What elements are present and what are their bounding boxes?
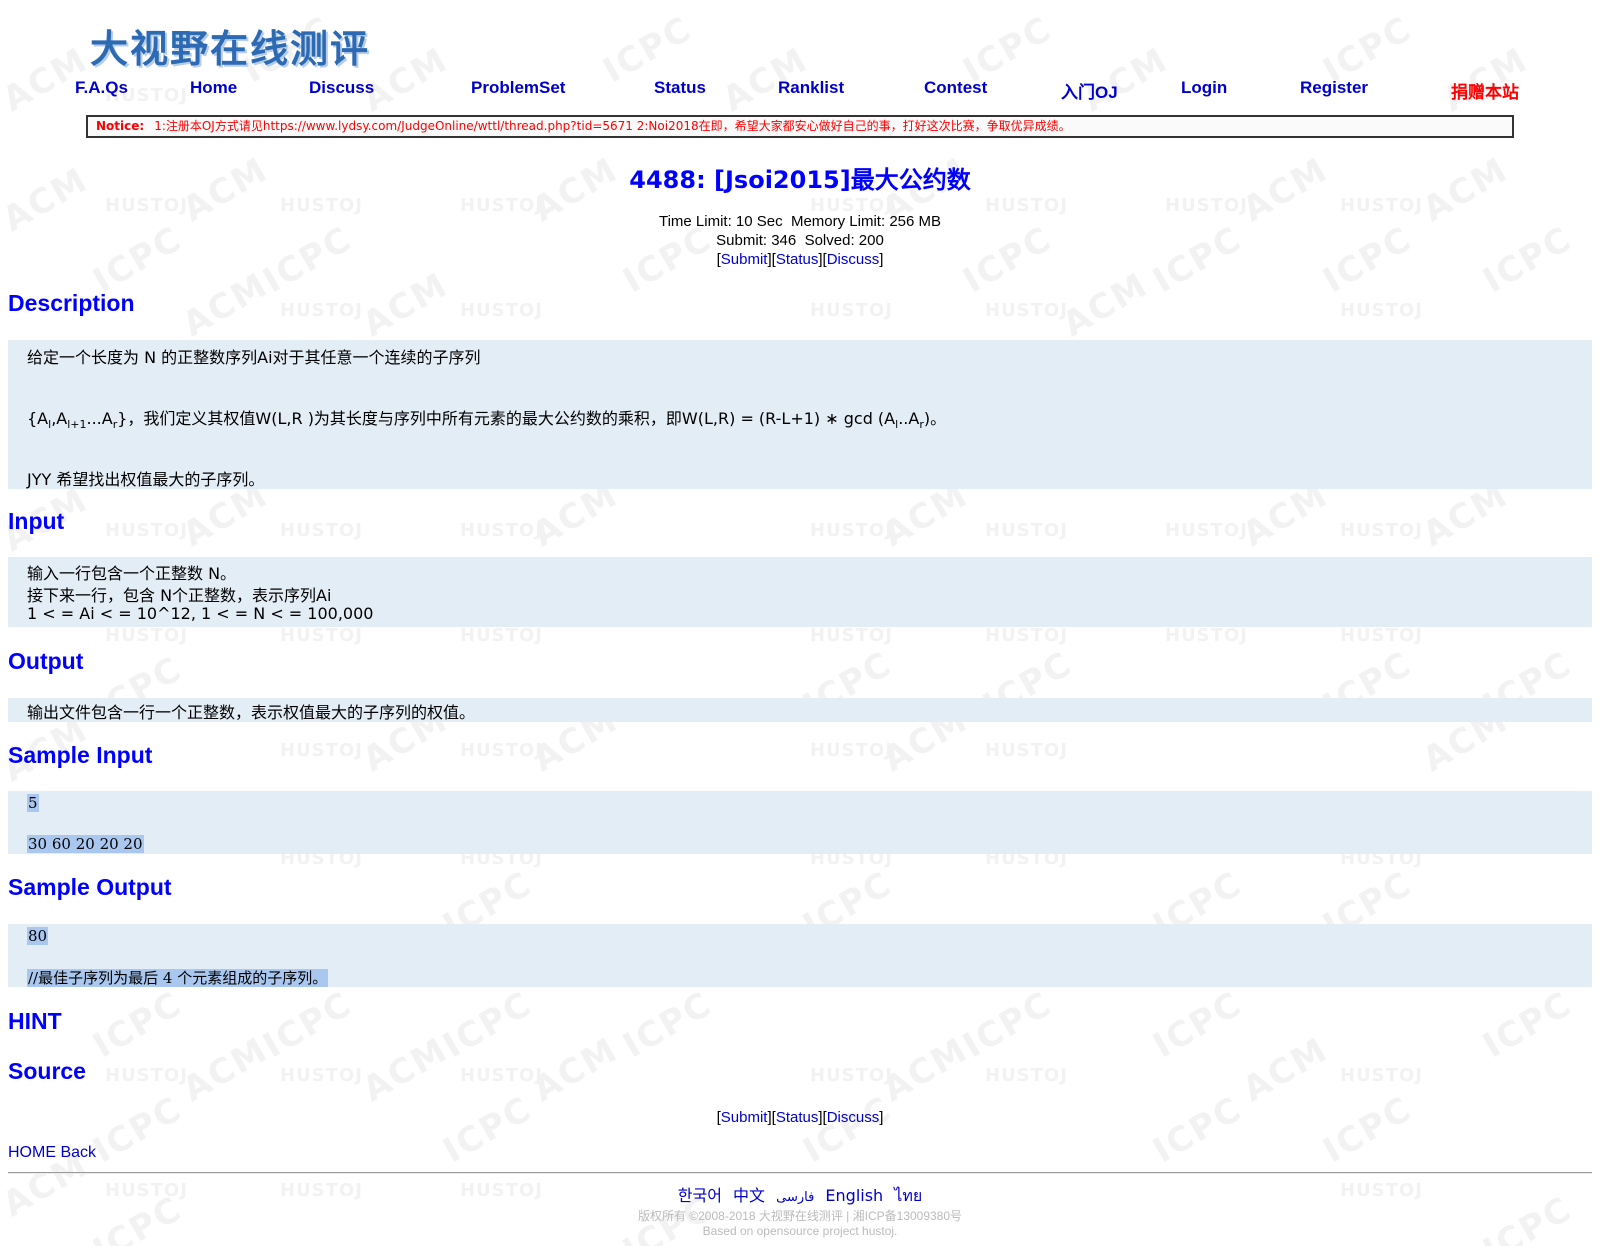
nav-home-link[interactable]: Home — [190, 78, 237, 98]
sample-input-value-seq: 30 60 20 20 20 — [27, 835, 144, 853]
formula-part: ，我们定义其权值W(L,R )为其长度与序列中所有元素的最大公约数的乘积，即W(… — [127, 409, 896, 428]
footer-copyright: 版权所有 ©2008-2018 大视野在线测评 | 湘ICP备13009380号 — [637, 1209, 963, 1223]
back-link[interactable]: Back — [60, 1144, 96, 1161]
description-box: 给定一个长度为 N 的正整数序列Ai对于其任意一个连续的子序列 {Al,Al+1… — [8, 340, 1592, 489]
problem-limits: Time Limit: 10 Sec Memory Limit: 256 MB — [0, 213, 1600, 230]
language-selector: 한국어 中文 فارسی English ไทย — [0, 1182, 1600, 1209]
hint-heading: HINT — [8, 1008, 62, 1034]
nav-ranklist-link[interactable]: Ranklist — [778, 78, 844, 98]
sample-output-box: 80 //最佳子序列为最后 4 个元素组成的子序列。 — [8, 924, 1592, 987]
status-link[interactable]: Status — [776, 251, 819, 268]
lang-thai-link[interactable]: ไทย — [894, 1186, 922, 1205]
nav-intro-oj-link[interactable]: 入门OJ — [1061, 78, 1118, 103]
nav-login-link[interactable]: Login — [1181, 78, 1227, 98]
sample-output-comment: //最佳子序列为最后 4 个元素组成的子序列。 — [27, 969, 329, 987]
submit-count: 346 — [771, 232, 797, 249]
sample-output-heading: Sample Output — [8, 874, 172, 900]
formula-subscript: l+1 — [67, 418, 87, 432]
solved-count-label: Solved: — [804, 232, 855, 249]
footer-divider — [8, 1172, 1592, 1174]
nav-donate-link[interactable]: 捐赠本站 — [1451, 78, 1519, 103]
input-line-2: 接下来一行，包含 N个正整数，表示序列Ai — [27, 586, 332, 605]
nav-contest-link[interactable]: Contest — [924, 78, 987, 98]
status-link-bottom[interactable]: Status — [776, 1109, 819, 1126]
solved-count: 200 — [858, 232, 884, 249]
input-line-1: 输入一行包含一个正整数 N。 — [27, 564, 237, 583]
formula-part: {A — [27, 409, 49, 428]
memory-limit-label: Memory Limit: — [790, 213, 886, 230]
source-heading: Source — [8, 1058, 86, 1084]
output-line-1: 输出文件包含一行一个正整数，表示权值最大的子序列的权值。 — [27, 703, 476, 722]
notice-label: Notice: — [96, 119, 145, 133]
lang-chinese-link[interactable]: 中文 — [733, 1186, 765, 1205]
description-heading: Description — [8, 290, 135, 316]
sample-output-line-2: //最佳子序列为最后 4 个元素组成的子序列。 — [27, 967, 329, 988]
time-limit-label: Time Limit: — [658, 213, 732, 230]
output-heading: Output — [8, 648, 84, 674]
lang-korean-link[interactable]: 한국어 — [678, 1186, 722, 1205]
home-back-links: HOME Back — [8, 1144, 96, 1162]
input-line-3: 1 < = Ai < = 10^12, 1 < = N < = 100,000 — [27, 604, 374, 623]
sample-output-line-1: 80 — [27, 926, 49, 945]
sample-input-box: 5 30 60 20 20 20 — [8, 791, 1592, 854]
home-link[interactable]: HOME — [8, 1144, 56, 1161]
formula-part: )。 — [923, 409, 947, 428]
submit-link[interactable]: Submit — [721, 251, 768, 268]
sample-input-value-n: 5 — [27, 794, 39, 812]
nav-register-link[interactable]: Register — [1300, 78, 1368, 98]
formula-part: ..A — [898, 409, 920, 428]
sample-output-value: 80 — [27, 927, 49, 945]
description-line-1: 给定一个长度为 N 的正整数序列Ai对于其任意一个连续的子序列 — [27, 348, 481, 367]
input-heading: Input — [8, 508, 65, 534]
problem-action-links-bottom: [Submit][Status][Discuss] — [716, 1109, 884, 1126]
submit-count-label: Submit: — [716, 232, 768, 249]
problem-title: 4488: [Jsoi2015]最大公约数 — [629, 166, 971, 194]
time-limit-value: 10 Sec — [735, 213, 783, 230]
problem-action-links-top: [Submit][Status][Discuss] — [716, 251, 884, 268]
nav-problemset-link[interactable]: ProblemSet — [471, 78, 565, 98]
nav-discuss-link[interactable]: Discuss — [309, 78, 374, 98]
formula-part: ,A — [51, 409, 68, 428]
site-logo[interactable]: 大视野在线测评 — [90, 18, 370, 73]
input-box: 输入一行包含一个正整数 N。 接下来一行，包含 N个正整数，表示序列Ai 1 <… — [8, 557, 1592, 627]
notice-bar: Notice: 1:注册本OJ方式请见https://www.lydsy.com/… — [86, 115, 1514, 138]
submit-link-bottom[interactable]: Submit — [721, 1109, 768, 1126]
problem-stats: Submit: 346 Solved: 200 — [0, 232, 1600, 249]
sample-input-heading: Sample Input — [8, 742, 153, 768]
nav-status-link[interactable]: Status — [654, 78, 706, 98]
nav-faq-link[interactable]: F.A.Qs — [75, 78, 128, 98]
notice-text: 1:注册本OJ方式请见https://www.lydsy.com/JudgeOn… — [154, 119, 1071, 133]
description-line-3: JYY 希望找出权值最大的子序列。 — [27, 470, 265, 489]
formula-part: } — [117, 409, 128, 428]
output-box: 输出文件包含一行一个正整数，表示权值最大的子序列的权值。 — [8, 698, 1592, 722]
sample-input-line-1: 5 — [27, 793, 39, 812]
description-formula-line: {Al,Al+1...Ar}，我们定义其权值W(L,R )为其长度与序列中所有元… — [27, 405, 946, 431]
memory-limit-value: 256 MB — [889, 213, 942, 230]
lang-english-link[interactable]: English — [825, 1186, 883, 1205]
discuss-link[interactable]: Discuss — [827, 251, 880, 268]
discuss-link-bottom[interactable]: Discuss — [827, 1109, 880, 1126]
sample-input-line-2: 30 60 20 20 20 — [27, 834, 144, 853]
page-content: 大视野在线测评 F.A.Qs Home Discuss ProblemSet S… — [0, 0, 1600, 1246]
lang-persian-link[interactable]: فارسی — [776, 1190, 814, 1205]
formula-part: ...A — [86, 409, 113, 428]
footer-based-on: Based on opensource project hustoj. — [702, 1224, 898, 1238]
